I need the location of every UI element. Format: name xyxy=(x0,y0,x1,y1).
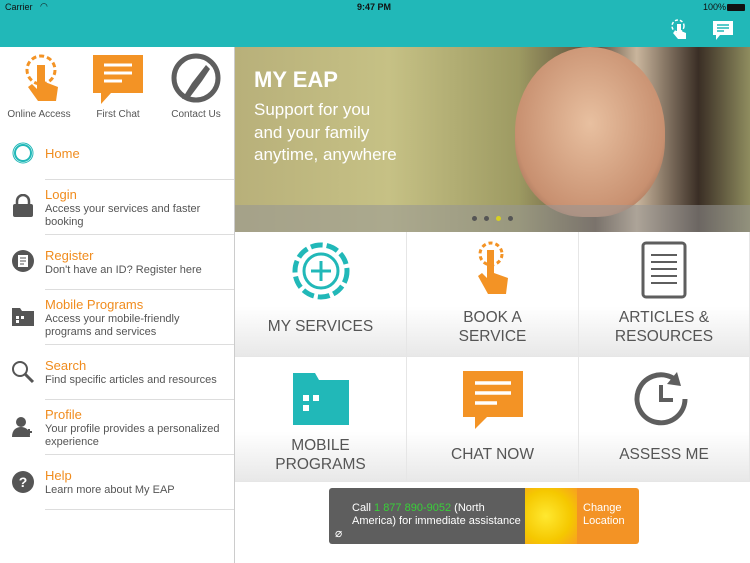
tile-label: ARTICLES & xyxy=(618,309,710,326)
call-prefix: Call xyxy=(352,502,375,514)
tile-label: BOOK A xyxy=(463,309,522,326)
chat-icon xyxy=(93,55,143,104)
banner-photo xyxy=(515,47,665,217)
tile-label: MY SERVICES xyxy=(267,318,374,335)
register-icon xyxy=(12,250,34,272)
call-now-button[interactable]: Call 1 877 890-9052 (North America) for … xyxy=(329,488,525,544)
banner-tagline: Support for you and your family anytime, a… xyxy=(254,99,397,167)
menu-item-register[interactable]: Register Don't have an ID? Register here xyxy=(0,235,234,290)
side-menu: Online Access First Chat Contact Us Home… xyxy=(0,47,234,563)
menu-item-help[interactable]: ? Help Learn more about My EAP xyxy=(0,455,234,510)
menu-title: Profile xyxy=(45,407,82,422)
wifi-icon: ◠ xyxy=(40,1,48,11)
tagline-line: and your family xyxy=(254,122,370,142)
book-a-service-tile[interactable]: BOOK A SERVICE xyxy=(407,232,579,357)
menu-subtitle: Learn more about My EAP xyxy=(45,484,175,496)
first-chat-button[interactable]: First Chat xyxy=(79,53,157,120)
touch-icon xyxy=(25,54,58,101)
touch-icon-button[interactable] xyxy=(670,19,690,41)
tile-label: CHAT NOW xyxy=(451,446,534,463)
my-services-tile[interactable]: MY SERVICES xyxy=(235,232,407,357)
lock-icon xyxy=(13,194,33,217)
tile-label: MOBILE xyxy=(291,437,350,454)
menu-item-search[interactable]: Search Find specific articles and resour… xyxy=(0,345,234,400)
menu-item-profile[interactable]: Profile Your profile provides a personal… xyxy=(0,400,234,455)
menu-item-home[interactable]: Home xyxy=(0,124,234,180)
contact-us-button[interactable]: Contact Us xyxy=(157,53,235,120)
menu-subtitle: Don't have an ID? Register here xyxy=(45,264,202,276)
page-dot[interactable] xyxy=(484,216,489,221)
chat-now-tile[interactable]: CHAT NOW xyxy=(407,357,579,482)
menu-title: Register xyxy=(45,248,94,263)
globe-icon xyxy=(525,488,577,544)
call-banner[interactable]: Call 1 877 890-9052 (North America) for … xyxy=(329,488,639,544)
carrier: Carrier xyxy=(5,2,33,12)
page-indicator[interactable] xyxy=(235,205,750,232)
quick-action-label: Online Access xyxy=(7,109,71,120)
help-icon: ? xyxy=(12,471,34,493)
status-bar: Carrier ◠ 9:47 PM 100% xyxy=(0,0,750,14)
battery-icon xyxy=(727,4,745,11)
search-icon xyxy=(12,361,35,384)
menu-title: Home xyxy=(45,146,80,161)
menu-subtitle: Your profile provides a personalized exp… xyxy=(45,423,220,448)
svg-text:?: ? xyxy=(19,474,28,490)
tile-label: RESOURCES xyxy=(614,328,714,345)
tile-label: SERVICE xyxy=(458,328,527,345)
tile-label: ASSESS ME xyxy=(619,446,709,463)
quick-action-label: Contact Us xyxy=(171,109,221,120)
hero-banner[interactable]: MY EAP Support for you and your family any… xyxy=(235,47,750,232)
profile-icon xyxy=(12,417,32,437)
change-location-button[interactable]: Change Location xyxy=(577,488,639,544)
phone-icon: ⌀ xyxy=(335,526,343,540)
plus-circle-icon xyxy=(292,242,349,300)
folder-icon xyxy=(12,308,34,326)
page-dot[interactable] xyxy=(508,216,513,221)
document-icon xyxy=(641,241,687,299)
menu-subtitle: Access your mobile-friendly programs and… xyxy=(45,313,180,338)
touch-icon xyxy=(477,241,508,294)
tile-label: PROGRAMS xyxy=(275,456,366,473)
assess-me-tile[interactable]: ASSESS ME xyxy=(579,357,750,482)
menu-title: Search xyxy=(45,358,87,373)
chat-icon-button[interactable] xyxy=(711,19,735,41)
page-dot-active[interactable] xyxy=(496,216,501,221)
menu-item-login[interactable]: Login Access your services and faster bo… xyxy=(0,180,234,235)
battery-percent: 100% xyxy=(703,2,727,12)
online-access-button[interactable]: Online Access xyxy=(0,53,78,120)
menu-subtitle: Access your services and faster booking xyxy=(45,203,201,228)
page-dot[interactable] xyxy=(472,216,477,221)
home-ring-icon xyxy=(12,142,34,164)
menu-item-mobile-programs[interactable]: Mobile Programs Access your mobile-frien… xyxy=(0,290,234,345)
phone-number[interactable]: 1 877 890-9052 xyxy=(374,502,451,514)
menu-subtitle: Find specific articles and resources xyxy=(45,374,217,386)
mobile-programs-tile[interactable]: MOBILE PROGRAMS xyxy=(235,357,407,482)
menu-title: Help xyxy=(45,468,72,483)
quick-action-label: First Chat xyxy=(96,109,140,120)
banner-title: MY EAP xyxy=(254,67,338,92)
menu-title: Login xyxy=(45,187,77,202)
tagline-line: Support for you xyxy=(254,100,371,119)
tagline-line: anytime, anywhere xyxy=(254,145,397,164)
articles-resources-tile[interactable]: ARTICLES & RESOURCES xyxy=(579,232,750,357)
phone-icon xyxy=(171,53,221,103)
chat-icon xyxy=(462,371,523,429)
clock-refresh-icon xyxy=(634,372,688,426)
clock: 9:47 PM xyxy=(357,2,392,12)
folder-icon xyxy=(292,373,349,425)
menu-title: Mobile Programs xyxy=(45,297,144,312)
